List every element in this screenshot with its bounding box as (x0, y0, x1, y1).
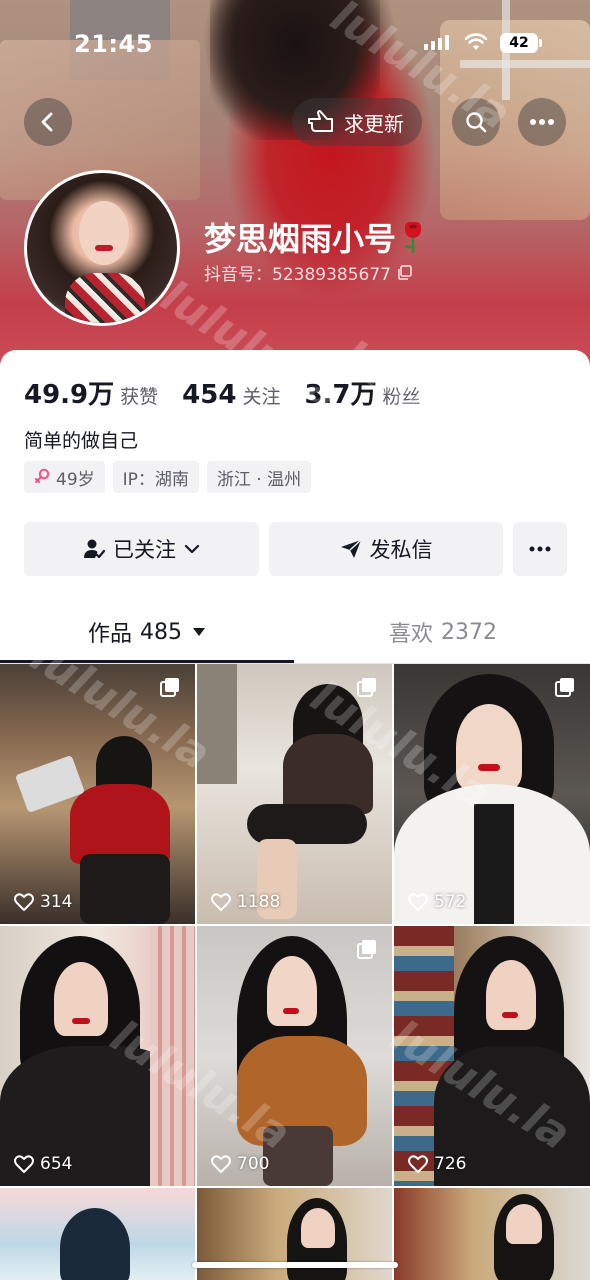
content-tabs: 作品 485 喜欢 2372 (0, 600, 590, 664)
stat-value: 454 (182, 380, 237, 410)
heart-icon (211, 893, 231, 911)
stat-value: 3.7万 (304, 380, 377, 410)
multi-image-icon (555, 678, 574, 697)
wifi-icon (464, 33, 488, 50)
send-message-label: 发私信 (369, 538, 433, 562)
tag-location-text: 浙江 · 温州 (216, 469, 302, 490)
home-indicator[interactable] (192, 1262, 398, 1268)
multi-image-icon (357, 678, 376, 697)
tab-works-label: 作品 (87, 622, 132, 647)
person-check-icon (84, 539, 105, 559)
more-icon (529, 546, 551, 552)
douyin-id[interactable]: 抖音号：52389385677 (204, 260, 412, 285)
caret-down-icon (193, 628, 205, 636)
tag-location: 浙江 · 温州 (206, 461, 312, 493)
battery-indicator: 42 (500, 33, 542, 53)
video-tile[interactable]: 654 (0, 926, 195, 1186)
profile-bio: 简单的做自己 (24, 430, 139, 452)
search-button[interactable] (452, 98, 500, 146)
female-icon (35, 468, 50, 483)
profile-stats: 49.9万 获赞 454 关注 3.7万 粉丝 (24, 374, 445, 411)
following-button[interactable]: 已关注 (24, 522, 259, 576)
video-like-count: 700 (211, 1154, 269, 1174)
cellular-signal-icon (424, 35, 449, 50)
request-update-label: 求更新 (344, 111, 404, 136)
rose-emoji (404, 221, 422, 253)
video-grid: 314 1188 572 654 700 726 (0, 664, 590, 1280)
tab-works[interactable]: 作品 485 (0, 600, 294, 664)
tag-ip-text: IP：湖南 (122, 469, 189, 490)
heart-icon (14, 893, 34, 911)
tab-likes-count: 2372 (441, 619, 497, 645)
video-tile[interactable]: 726 (394, 926, 590, 1186)
stat-label: 粉丝 (382, 386, 421, 408)
video-like-count: 314 (14, 892, 72, 912)
more-icon (530, 119, 554, 125)
status-bar: 21:45 42 (0, 0, 590, 90)
send-icon (340, 539, 362, 558)
chevron-down-icon (184, 544, 200, 554)
stat-label: 关注 (242, 386, 281, 408)
video-tile[interactable] (0, 1188, 195, 1280)
tab-likes[interactable]: 喜欢 2372 (296, 600, 590, 664)
profile-tags: 49岁 IP：湖南 浙江 · 温州 (24, 461, 312, 493)
video-tile[interactable]: 314 (0, 664, 195, 924)
send-message-button[interactable]: 发私信 (269, 522, 503, 576)
video-tile[interactable]: 1188 (197, 664, 392, 924)
heart-icon (408, 893, 428, 911)
tab-likes-label: 喜欢 (388, 622, 433, 647)
nickname-text: 梦思烟雨小号 (204, 220, 397, 258)
copy-icon (398, 265, 412, 280)
video-like-count: 572 (408, 892, 466, 912)
tag-ip: IP：湖南 (112, 461, 199, 493)
tag-age: 49岁 (24, 461, 105, 493)
profile-card: 49.9万 获赞 454 关注 3.7万 粉丝 简单的做自己 49岁 IP：湖南… (0, 350, 590, 1280)
more-actions-button[interactable] (513, 522, 567, 576)
status-time: 21:45 (74, 30, 153, 58)
stat-label: 获赞 (120, 386, 159, 408)
back-button[interactable] (24, 98, 72, 146)
multi-image-icon (160, 678, 179, 697)
video-like-count: 654 (14, 1154, 72, 1174)
video-tile[interactable]: 700 (197, 926, 392, 1186)
request-update-button[interactable]: 求更新 (292, 98, 422, 146)
heart-icon (408, 1155, 428, 1173)
heart-icon (14, 1155, 34, 1173)
stat-value: 49.9万 (24, 380, 115, 410)
avatar[interactable] (24, 170, 180, 326)
douyin-id-text: 抖音号：52389385677 (204, 265, 391, 285)
video-tile[interactable] (394, 1188, 590, 1280)
stat-likes[interactable]: 49.9万 获赞 (24, 374, 158, 411)
heart-icon (211, 1155, 231, 1173)
video-like-count: 1188 (211, 892, 280, 912)
video-like-count: 726 (408, 1154, 466, 1174)
tab-works-count: 485 (140, 619, 182, 645)
profile-nickname: 梦思烟雨小号 (204, 214, 426, 260)
tag-age-text: 49岁 (56, 469, 95, 490)
following-label: 已关注 (113, 538, 176, 562)
video-tile[interactable]: 572 (394, 664, 590, 924)
multi-image-icon (357, 940, 376, 959)
profile-actions: 已关注 发私信 (24, 522, 567, 576)
more-options-button[interactable] (518, 98, 566, 146)
stat-followers[interactable]: 3.7万 粉丝 (304, 374, 420, 411)
search-icon (466, 112, 487, 133)
back-icon (41, 112, 53, 132)
stat-following[interactable]: 454 关注 (182, 380, 280, 410)
hand-pointer-icon (308, 110, 333, 132)
